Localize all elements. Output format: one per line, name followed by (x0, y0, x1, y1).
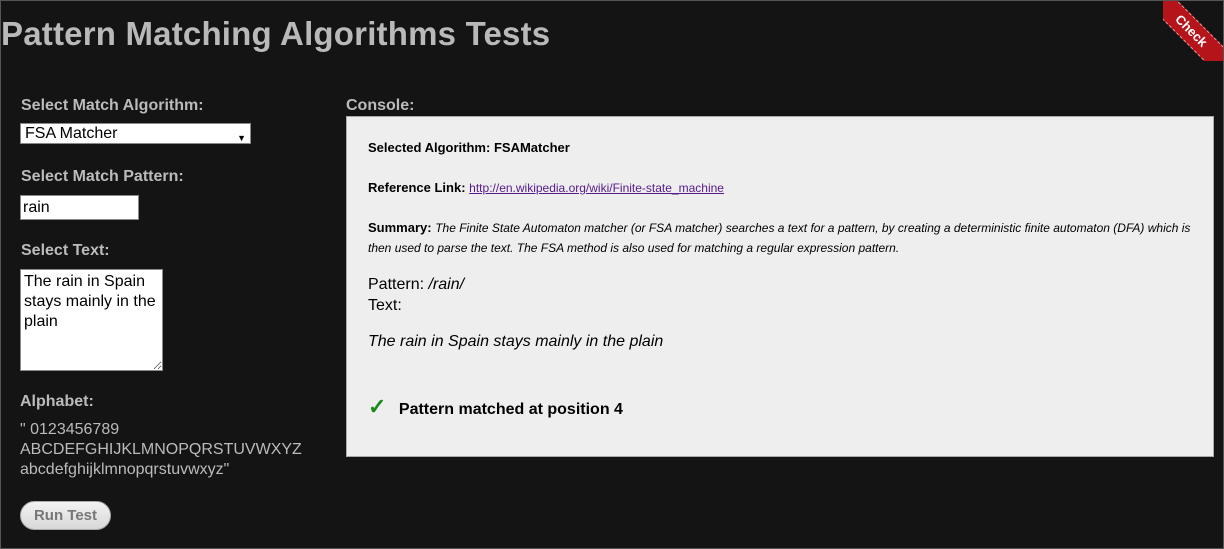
check-icon: ✓ (368, 394, 387, 419)
summary-block: Summary: The Finite State Automaton matc… (368, 218, 1198, 258)
alphabet-value: " 0123456789 ABCDEFGHIJKLMNOPQRSTUVWXYZ … (20, 421, 302, 478)
match-result: ✓ Pattern matched at position 4 (368, 394, 623, 420)
run-test-button[interactable]: Run Test (20, 501, 111, 530)
console-pattern-line: Pattern: /rain/ (368, 276, 464, 294)
chevron-down-icon: ▼ (237, 133, 246, 143)
algorithm-select-value: FSA Matcher (25, 125, 118, 142)
console-text-label: Text: (368, 297, 402, 314)
match-result-text: Pattern matched at position 4 (398, 401, 623, 418)
github-ribbon[interactable]: Check (1163, 1, 1223, 61)
console-pattern-label: Pattern: (368, 276, 425, 293)
reference-line: Reference Link: http://en.wikipedia.org/… (368, 180, 724, 195)
alphabet-label: Alphabet: (20, 393, 94, 410)
pattern-label: Select Match Pattern: (21, 168, 184, 185)
ribbon-text[interactable]: Check (1163, 1, 1223, 61)
reference-link[interactable]: http://en.wikipedia.org/wiki/Finite-stat… (469, 181, 724, 195)
page-title: Pattern Matching Algorithms Tests (1, 15, 551, 52)
pattern-input[interactable] (20, 195, 139, 220)
console-label: Console: (346, 97, 415, 114)
algorithm-select[interactable]: FSA Matcher ▼ (20, 123, 251, 144)
selected-algorithm-line: Selected Algorithm: FSAMatcher (368, 140, 570, 155)
console-text-value: The rain in Spain stays mainly in the pl… (368, 333, 664, 350)
summary-label: Summary: (368, 220, 432, 235)
algorithm-label: Select Match Algorithm: (21, 97, 204, 114)
selected-algorithm-label: Selected Algorithm: (368, 140, 491, 155)
text-label: Select Text: (21, 242, 110, 259)
console-pattern-value: /rain/ (428, 276, 465, 293)
console-panel: Selected Algorithm: FSAMatcher Reference… (346, 116, 1214, 457)
reference-label: Reference Link: (368, 180, 466, 195)
summary-text: The Finite State Automaton matcher (or F… (368, 221, 1191, 255)
selected-algorithm-value: FSAMatcher (493, 140, 570, 155)
text-textarea[interactable]: The rain in Spain stays mainly in the pl… (20, 269, 163, 371)
